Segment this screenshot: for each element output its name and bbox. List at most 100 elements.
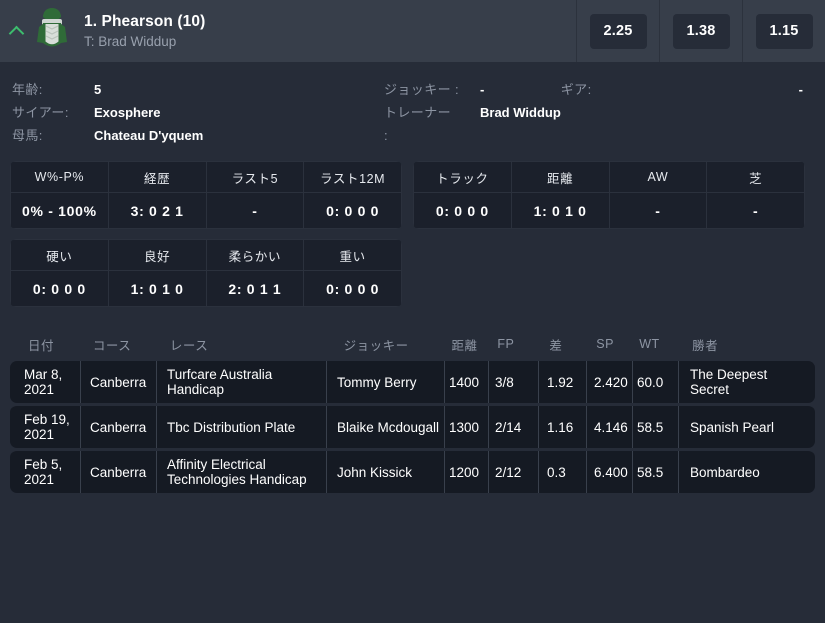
odds-button-place[interactable]: 1.38 <box>672 13 730 49</box>
trainer-label-continuation: : <box>384 128 389 143</box>
table-header-row: W%-P% 経歴 ラスト5 ラスト12M <box>10 161 402 193</box>
stat-value: - <box>205 192 305 229</box>
stat-value: - <box>706 192 805 229</box>
cell-jockey: Blaike Mcdougall <box>326 406 444 448</box>
cell-winner: Bombardeo <box>678 451 808 493</box>
table-header-row: トラック 距離 AW 芝 <box>413 161 805 193</box>
stats-table-overall: W%-P% 経歴 ラスト5 ラスト12M 0% - 100% 3: 0 2 1 … <box>10 161 402 229</box>
dam-value: Chateau D'yquem <box>94 128 204 143</box>
cell-fp: 2/12 <box>488 451 538 493</box>
col-label: FP <box>497 337 515 351</box>
stats-row-2: 硬い 良好 柔らかい 重い 0: 0 0 0 1: 0 1 0 2: 0 1 1… <box>10 229 815 307</box>
cell-text: Spanish Pearl <box>690 419 775 435</box>
stat-value: 3: 0 2 1 <box>107 192 207 229</box>
cell-race: Affinity Electrical Technologies Handica… <box>156 451 326 493</box>
stat-value: 1: 0 1 0 <box>510 192 610 229</box>
odds-cell-3: 1.15 <box>742 0 825 62</box>
cell-wt: 58.5 <box>632 406 678 448</box>
odds-button-third[interactable]: 1.15 <box>755 13 813 49</box>
runner-name: 1. Phearson (10) <box>84 12 206 30</box>
cell-distance: 1300 <box>444 406 488 448</box>
stat-header: AW <box>608 161 708 193</box>
stat-value: 0: 0 0 0 <box>303 270 402 307</box>
table-row[interactable]: Feb 5, 2021 Canberra Affinity Electrical… <box>10 450 815 493</box>
cell-text: 1200 <box>449 464 480 480</box>
cell-race: Turfcare Australia Handicap <box>156 361 326 403</box>
stats-row-1: W%-P% 経歴 ラスト5 ラスト12M 0% - 100% 3: 0 2 1 … <box>10 151 815 229</box>
cell-text: 1.92 <box>547 374 574 390</box>
gear-spacer-a <box>561 101 623 124</box>
stat-header: トラック <box>413 161 512 193</box>
sire-label: サイアー: <box>12 105 69 120</box>
runner-header-left[interactable]: 1. Phearson (10) T: Brad Widdup <box>0 0 576 62</box>
cell-winner: The Deepest Secret <box>678 361 808 403</box>
cell-text: 3/8 <box>495 374 514 390</box>
cell-margin: 0.3 <box>538 451 586 493</box>
form-table-header: 日付 コース レース ジョッキー 距離 FP 差 SP WT 勝者 <box>10 327 815 361</box>
cell-fp: 2/14 <box>488 406 538 448</box>
runner-bio-grid: 年齢: 5 ジョッキー : - ギア: - サイアー: Exosphere トレ… <box>10 76 815 151</box>
runner-detail-panel: 年齢: 5 ジョッキー : - ギア: - サイアー: Exosphere トレ… <box>0 62 825 493</box>
jockey-silk-icon <box>30 6 74 56</box>
runner-header[interactable]: 1. Phearson (10) T: Brad Widdup 2.25 1.3… <box>0 0 825 71</box>
col-label: 日付 <box>28 338 55 353</box>
col-label: SP <box>596 337 614 351</box>
form-col-header-course: コース <box>84 329 160 360</box>
odds-button-win[interactable]: 2.25 <box>589 13 647 49</box>
cell-sp: 2.420 <box>586 361 632 403</box>
stat-header: ラスト12M <box>303 161 402 193</box>
stat-header: 経歴 <box>107 161 207 193</box>
cell-text: 58.5 <box>637 419 664 435</box>
cell-text: The Deepest Secret <box>690 367 768 397</box>
stat-header: 重い <box>303 239 402 271</box>
cell-text: 2/12 <box>495 464 522 480</box>
form-col-header-fp: FP <box>491 331 541 357</box>
runner-name-block: 1. Phearson (10) T: Brad Widdup <box>84 12 205 51</box>
cell-text: Tommy Berry <box>337 374 417 390</box>
cell-text: Blaike Mcdougall <box>337 419 440 435</box>
odds-group: 2.25 1.38 1.15 <box>576 0 825 62</box>
col-label: 勝者 <box>692 338 719 353</box>
stat-header: 良好 <box>107 239 207 271</box>
col-label: 差 <box>549 338 563 353</box>
stat-header: 芝 <box>706 161 805 193</box>
form-col-header-distance: 距離 <box>447 329 491 360</box>
age-value: 5 <box>94 82 102 97</box>
cell-text: Bombardeo <box>690 464 760 480</box>
cell-text: 1400 <box>449 374 480 390</box>
form-col-header-margin: 差 <box>541 329 589 360</box>
table-row[interactable]: Feb 19, 2021 Canberra Tbc Distribution P… <box>10 405 815 448</box>
gear-spacer-c <box>561 124 623 147</box>
cell-text: Feb 5, 2021 <box>24 457 63 487</box>
cell-text: Affinity Electrical Technologies Handica… <box>167 457 307 487</box>
cell-race: Tbc Distribution Plate <box>156 406 326 448</box>
cell-text: 2/14 <box>495 419 522 435</box>
table-row[interactable]: Mar 8, 2021 Canberra Turfcare Australia … <box>10 361 815 403</box>
dam-label: 母馬: <box>12 128 43 143</box>
cell-margin: 1.16 <box>538 406 586 448</box>
stat-header: 距離 <box>510 161 610 193</box>
stat-value: 2: 0 1 1 <box>205 270 305 307</box>
gear-spacer-d <box>623 124 815 147</box>
table-header-row: 硬い 良好 柔らかい 重い <box>10 239 402 271</box>
cell-jockey: Tommy Berry <box>326 361 444 403</box>
jockey-value: - <box>480 82 485 97</box>
cell-text: Tbc Distribution Plate <box>167 419 296 435</box>
cell-date: Mar 8, 2021 <box>10 361 80 403</box>
odds-cell-2: 1.38 <box>659 0 742 62</box>
col-label: ジョッキー <box>343 338 409 353</box>
cell-course: Canberra <box>80 406 156 448</box>
trainer-label: トレーナー <box>384 105 452 120</box>
stat-header: 柔らかい <box>205 239 305 271</box>
panel-pointer-notch <box>22 62 42 71</box>
cell-text: 4.146 <box>594 419 628 435</box>
cell-course: Canberra <box>80 361 156 403</box>
cell-sp: 4.146 <box>586 406 632 448</box>
gear-spacer-b <box>623 101 815 124</box>
trainer-value-spacer <box>480 124 561 147</box>
expand-collapse-button[interactable] <box>4 0 30 62</box>
trainer-value: Brad Widdup <box>480 105 561 120</box>
cell-date: Feb 5, 2021 <box>10 451 80 493</box>
form-col-header-race: レース <box>160 329 330 360</box>
cell-course: Canberra <box>80 451 156 493</box>
